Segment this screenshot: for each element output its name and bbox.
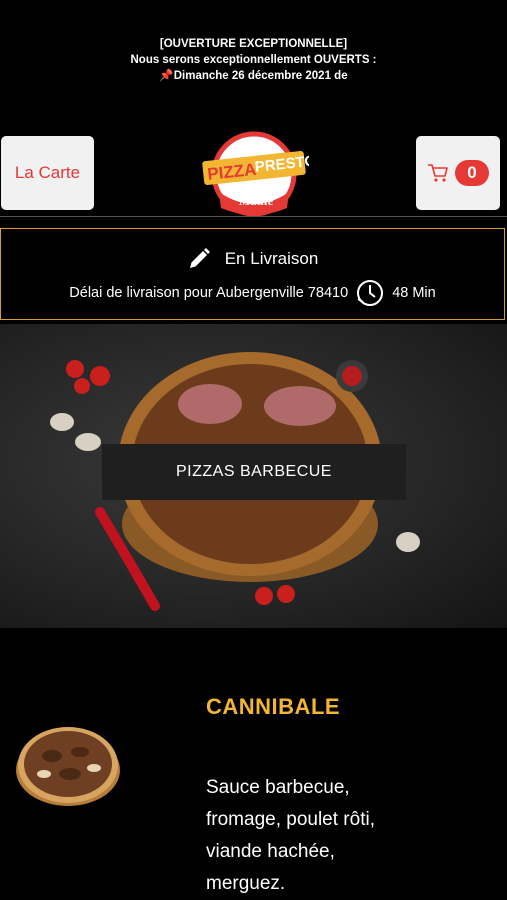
announcement-line-3: 📌Dimanche 26 décembre 2021 de (0, 68, 507, 84)
cart-icon (428, 164, 448, 182)
clock-icon (357, 280, 384, 306)
product-name[interactable]: CANNIBALE (206, 694, 340, 720)
pizza-presto-logo[interactable]: PIZZA PRESTO Maule (199, 130, 309, 218)
product-description: Sauce barbecue, fromage, poulet rôti, vi… (206, 777, 375, 894)
pin-icon: 📌 (159, 70, 174, 82)
announcement-line-2: Nous serons exceptionnellement OUVERTS : (130, 54, 377, 66)
announcement-line-1: [OUVERTURE EXCEPTIONNELLE] (159, 38, 348, 50)
menu-button-label: La Carte (14, 163, 81, 182)
delivery-panel[interactable]: En Livraison Délai de livraison pour Aub… (0, 228, 505, 320)
delivery-mode: En Livraison (224, 249, 319, 268)
delivery-info: Délai de livraison pour Aubergenville 78… (69, 285, 349, 301)
pencil-icon (189, 248, 210, 268)
header-divider (0, 216, 507, 217)
product-image[interactable] (14, 720, 122, 810)
category-banner[interactable]: PIZZAS BARBECUE (0, 324, 507, 628)
cart-count-badge: 0 (455, 160, 489, 186)
menu-button[interactable]: La Carte (1, 136, 94, 210)
delivery-time: 48 Min (392, 285, 436, 301)
cart-button[interactable]: 0 (416, 136, 500, 210)
category-title[interactable]: PIZZAS BARBECUE (102, 444, 406, 500)
announcement-banner: [OUVERTURE EXCEPTIONNELLE] Nous serons e… (0, 36, 507, 84)
announcement-date: Dimanche 26 décembre 2021 de (173, 70, 348, 82)
logo-text-maule: Maule (238, 193, 274, 208)
